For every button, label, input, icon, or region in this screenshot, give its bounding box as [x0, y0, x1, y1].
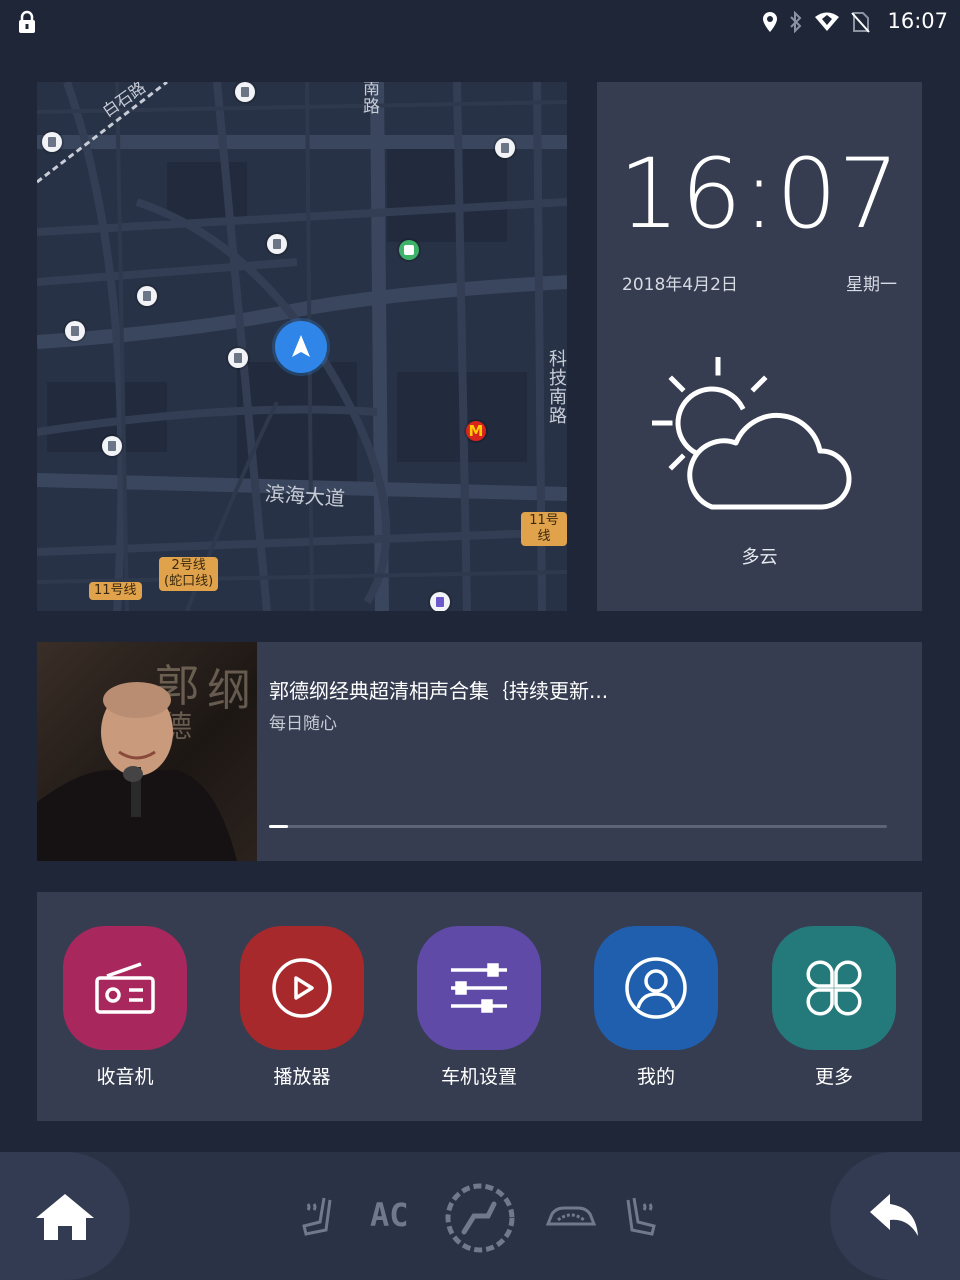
bluetooth-icon — [790, 11, 802, 33]
app-radio[interactable]: 收音机 — [63, 926, 187, 1089]
radio-icon — [95, 962, 155, 1014]
weather-label: 多云 — [741, 547, 778, 568]
status-bar: 16:07 — [0, 0, 960, 44]
restaurant-icon[interactable]: M — [466, 421, 486, 441]
status-time: 16:07 — [887, 9, 948, 33]
sliders-icon — [451, 963, 507, 1013]
road-label: 南路 — [363, 82, 380, 117]
poi-marker[interactable] — [102, 436, 122, 456]
home-icon — [36, 1194, 94, 1240]
poi-marker[interactable] — [235, 82, 255, 102]
map-view[interactable]: 白石路 南路 滨海大道 科技南路 11号线 2号线 (蛇口线) 11号线 M — [37, 82, 567, 611]
lock-icon — [19, 10, 35, 33]
media-progress-fill — [269, 825, 288, 828]
app-dock: 收音机 播放器 车机设置 我的 更多 — [37, 892, 922, 1121]
poi-marker[interactable] — [267, 234, 287, 254]
metro-line-badge: 2号线 (蛇口线) — [159, 557, 219, 591]
clock-weekday: 星期一 — [846, 275, 897, 295]
user-icon — [625, 957, 687, 1019]
metro-station-icon[interactable] — [399, 240, 419, 260]
poi-marker[interactable] — [495, 138, 515, 158]
seat-heat-left-icon[interactable] — [298, 1196, 334, 1238]
app-label: 我的 — [636, 1066, 675, 1088]
poi-marker[interactable] — [137, 286, 157, 306]
app-tile[interactable] — [417, 926, 541, 1050]
app-label: 车机设置 — [440, 1066, 517, 1088]
partly-cloudy-icon — [652, 357, 852, 510]
media-title: 郭德纲经典超清相声合集｛持续更新... — [269, 679, 609, 703]
back-button[interactable] — [830, 1152, 960, 1280]
app-label: 收音机 — [96, 1066, 154, 1088]
apps-grid-icon — [806, 960, 862, 1016]
poi-marker[interactable] — [42, 132, 62, 152]
app-tile[interactable] — [240, 926, 364, 1050]
back-icon — [870, 1194, 918, 1236]
play-circle-icon — [272, 958, 332, 1018]
media-player-card[interactable]: 郭 纲 德 郭德纲经典超清相声合集｛持续更新... 每日随心 — [37, 642, 922, 861]
clock-time: 16:07 — [618, 138, 901, 250]
app-tile[interactable] — [594, 926, 718, 1050]
media-progress-bar[interactable] — [269, 825, 887, 828]
clock-weather-card[interactable]: 16:07 2018年4月2日 星期一 多云 — [597, 82, 922, 611]
navigation-arrow-icon — [275, 321, 327, 373]
media-subtitle: 每日随心 — [269, 714, 337, 734]
poi-marker[interactable] — [228, 348, 248, 368]
clock-date: 2018年4月2日 — [622, 275, 738, 295]
road-label: 滨海大道 — [264, 481, 346, 511]
no-sim-icon — [851, 12, 870, 33]
metro-line-badge: 11号线 — [521, 512, 567, 546]
app-label: 更多 — [814, 1066, 853, 1088]
road-label: 科技南路 — [549, 349, 567, 427]
metro-line-badge: 11号线 — [89, 582, 142, 600]
poi-marker[interactable] — [65, 321, 85, 341]
app-profile[interactable]: 我的 — [594, 926, 718, 1089]
app-player[interactable]: 播放器 — [240, 926, 364, 1089]
ac-button[interactable]: AC — [370, 1196, 409, 1234]
app-label: 播放器 — [273, 1066, 331, 1088]
app-tile[interactable] — [772, 926, 896, 1050]
hotel-icon[interactable] — [430, 592, 450, 611]
home-button[interactable] — [0, 1152, 130, 1280]
album-art[interactable]: 郭 纲 德 — [37, 642, 257, 861]
wifi-icon — [815, 12, 839, 31]
app-more[interactable]: 更多 — [772, 926, 896, 1089]
car-recirculation-icon[interactable] — [544, 1204, 598, 1232]
location-icon — [763, 12, 777, 32]
seat-heat-right-icon[interactable] — [624, 1196, 660, 1238]
app-tile[interactable] — [63, 926, 187, 1050]
app-settings[interactable]: 车机设置 — [417, 926, 541, 1089]
bottom-control-bar: AC — [0, 1152, 960, 1280]
fan-icon[interactable] — [444, 1182, 516, 1254]
